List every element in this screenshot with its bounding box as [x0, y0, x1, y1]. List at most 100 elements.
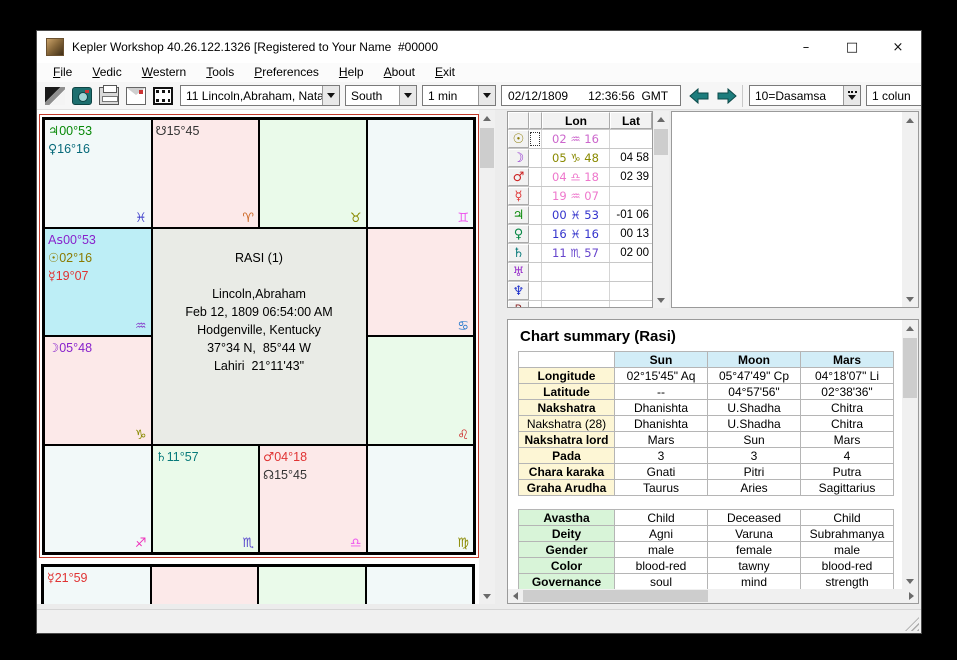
- row-select-cell[interactable]: [529, 149, 542, 167]
- focus-rect: [530, 132, 540, 146]
- camera-icon[interactable]: [72, 87, 92, 105]
- next-chart-grid: ☿21°59: [41, 564, 475, 604]
- chart-selector[interactable]: 11 Lincoln,Abraham, Natal: [180, 85, 340, 106]
- capricorn-sign-icon: ♑: [135, 428, 147, 443]
- datetime-field[interactable]: 02/12/1809 12:36:56 GMT: [501, 85, 681, 106]
- close-icon[interactable]: ×: [875, 32, 921, 62]
- scrollbar-thumb[interactable]: [480, 128, 494, 168]
- resize-grip[interactable]: [905, 617, 919, 631]
- menu-exit[interactable]: Exit: [425, 63, 465, 82]
- scroll-up-icon[interactable]: [902, 112, 918, 128]
- summary-label: Graha Arudha: [519, 480, 615, 496]
- planet-row-uranus: ♅: [508, 263, 652, 282]
- summary-hscrollbar[interactable]: [508, 589, 918, 603]
- mars-icon[interactable]: ♂: [508, 168, 529, 186]
- planet-col-header[interactable]: [508, 112, 529, 129]
- scroll-down-icon[interactable]: [902, 573, 918, 589]
- neptune-icon[interactable]: ♆: [508, 282, 529, 300]
- email-icon[interactable]: [126, 87, 146, 105]
- summary-value: Putra: [801, 464, 894, 480]
- film-icon[interactable]: [153, 87, 173, 105]
- maximize-icon[interactable]: □: [829, 32, 875, 62]
- blank-col-header[interactable]: [529, 112, 542, 129]
- varga-selector[interactable]: 10=Dasamsa: [749, 85, 861, 106]
- lon-col-header[interactable]: Lon: [542, 112, 610, 129]
- spin-down-icon[interactable]: [843, 86, 860, 105]
- step-back-button[interactable]: [689, 88, 711, 104]
- planet-position: ♃00°53: [48, 122, 148, 140]
- summary-value: 4: [801, 448, 894, 464]
- scrollbar-thumb[interactable]: [654, 129, 668, 155]
- menu-tools[interactable]: Tools: [196, 63, 244, 82]
- rasi-cell-taurus: ♉: [259, 119, 367, 228]
- minimize-icon[interactable]: –: [783, 32, 829, 62]
- column-selector[interactable]: 1 colun: [866, 85, 921, 106]
- row-select-cell[interactable]: [529, 130, 542, 148]
- row-select-cell[interactable]: [529, 282, 542, 300]
- moon-icon[interactable]: ☽: [508, 149, 529, 167]
- summary-col-mars: Mars: [801, 352, 894, 368]
- planet-position: ☋15°45: [156, 122, 256, 140]
- lat-col-header[interactable]: Lat: [610, 112, 652, 129]
- scroll-down-icon[interactable]: [902, 291, 918, 307]
- scrollbar-thumb[interactable]: [903, 338, 917, 398]
- scroll-down-icon[interactable]: [479, 588, 495, 604]
- menu-preferences[interactable]: Preferences: [244, 63, 329, 82]
- planet-table-scrollbar[interactable]: [653, 111, 669, 308]
- status-bar: [37, 609, 921, 633]
- chevron-down-icon[interactable]: [399, 86, 416, 105]
- aries-sign-icon: ♈: [242, 211, 254, 226]
- row-select-cell[interactable]: [529, 206, 542, 224]
- venus-icon[interactable]: ♀: [508, 225, 529, 243]
- sun-icon[interactable]: ☉: [508, 130, 529, 148]
- scroll-left-icon[interactable]: [508, 589, 522, 603]
- scroll-up-icon[interactable]: [479, 110, 495, 126]
- scroll-up-icon[interactable]: [902, 320, 918, 336]
- chevron-down-icon[interactable]: [478, 86, 495, 105]
- report-panel-scrollbar[interactable]: [902, 112, 918, 307]
- row-select-cell[interactable]: [529, 244, 542, 262]
- summary-value: Mars: [615, 432, 708, 448]
- menu-help[interactable]: Help: [329, 63, 374, 82]
- latitude-value: [610, 130, 652, 148]
- latitude-value: [610, 263, 652, 281]
- summary-row: Latitude--04°57'56"02°38'36": [519, 384, 894, 400]
- chart-info-line: RASI (1): [235, 249, 283, 267]
- summary-col-moon: Moon: [708, 352, 801, 368]
- draw-icon[interactable]: [45, 87, 65, 105]
- pluto-icon[interactable]: ♇: [508, 301, 529, 308]
- row-select-cell[interactable]: [529, 263, 542, 281]
- cancer-sign-icon: ♋: [457, 319, 469, 334]
- menu-about[interactable]: About: [374, 63, 425, 82]
- mercury-icon[interactable]: ☿: [508, 187, 529, 205]
- row-select-cell[interactable]: [529, 225, 542, 243]
- summary-row: [519, 496, 894, 510]
- summary-label: Chara karaka: [519, 464, 615, 480]
- scroll-right-icon[interactable]: [904, 589, 918, 603]
- scrollbar-thumb[interactable]: [523, 590, 708, 602]
- jupiter-icon[interactable]: ♃: [508, 206, 529, 224]
- menu-file[interactable]: File: [43, 63, 82, 82]
- chart-style-selector[interactable]: South: [345, 85, 417, 106]
- step-forward-button[interactable]: [715, 88, 737, 104]
- summary-value: Chitra: [801, 400, 894, 416]
- taurus-sign-icon: ♉: [350, 211, 362, 226]
- summary-value: tawny: [708, 558, 801, 574]
- print-icon[interactable]: [99, 87, 119, 105]
- summary-value: 05°47'49" Cp: [708, 368, 801, 384]
- chevron-down-icon[interactable]: [322, 86, 339, 105]
- chart-panel-scrollbar[interactable]: [479, 110, 495, 604]
- scroll-down-icon[interactable]: [653, 292, 669, 308]
- uranus-icon[interactable]: ♅: [508, 263, 529, 281]
- menu-vedic[interactable]: Vedic: [82, 63, 131, 82]
- time-step-selector[interactable]: 1 min: [422, 85, 496, 106]
- saturn-icon[interactable]: ♄: [508, 244, 529, 262]
- summary-vscrollbar[interactable]: [902, 320, 918, 589]
- row-select-cell[interactable]: [529, 168, 542, 186]
- summary-label: [519, 496, 615, 510]
- row-select-cell[interactable]: [529, 187, 542, 205]
- scroll-up-icon[interactable]: [653, 111, 669, 127]
- row-select-cell[interactable]: [529, 301, 542, 308]
- title-bar: Kepler Workshop 40.26.122.1326 [Register…: [37, 31, 921, 63]
- menu-western[interactable]: Western: [132, 63, 196, 82]
